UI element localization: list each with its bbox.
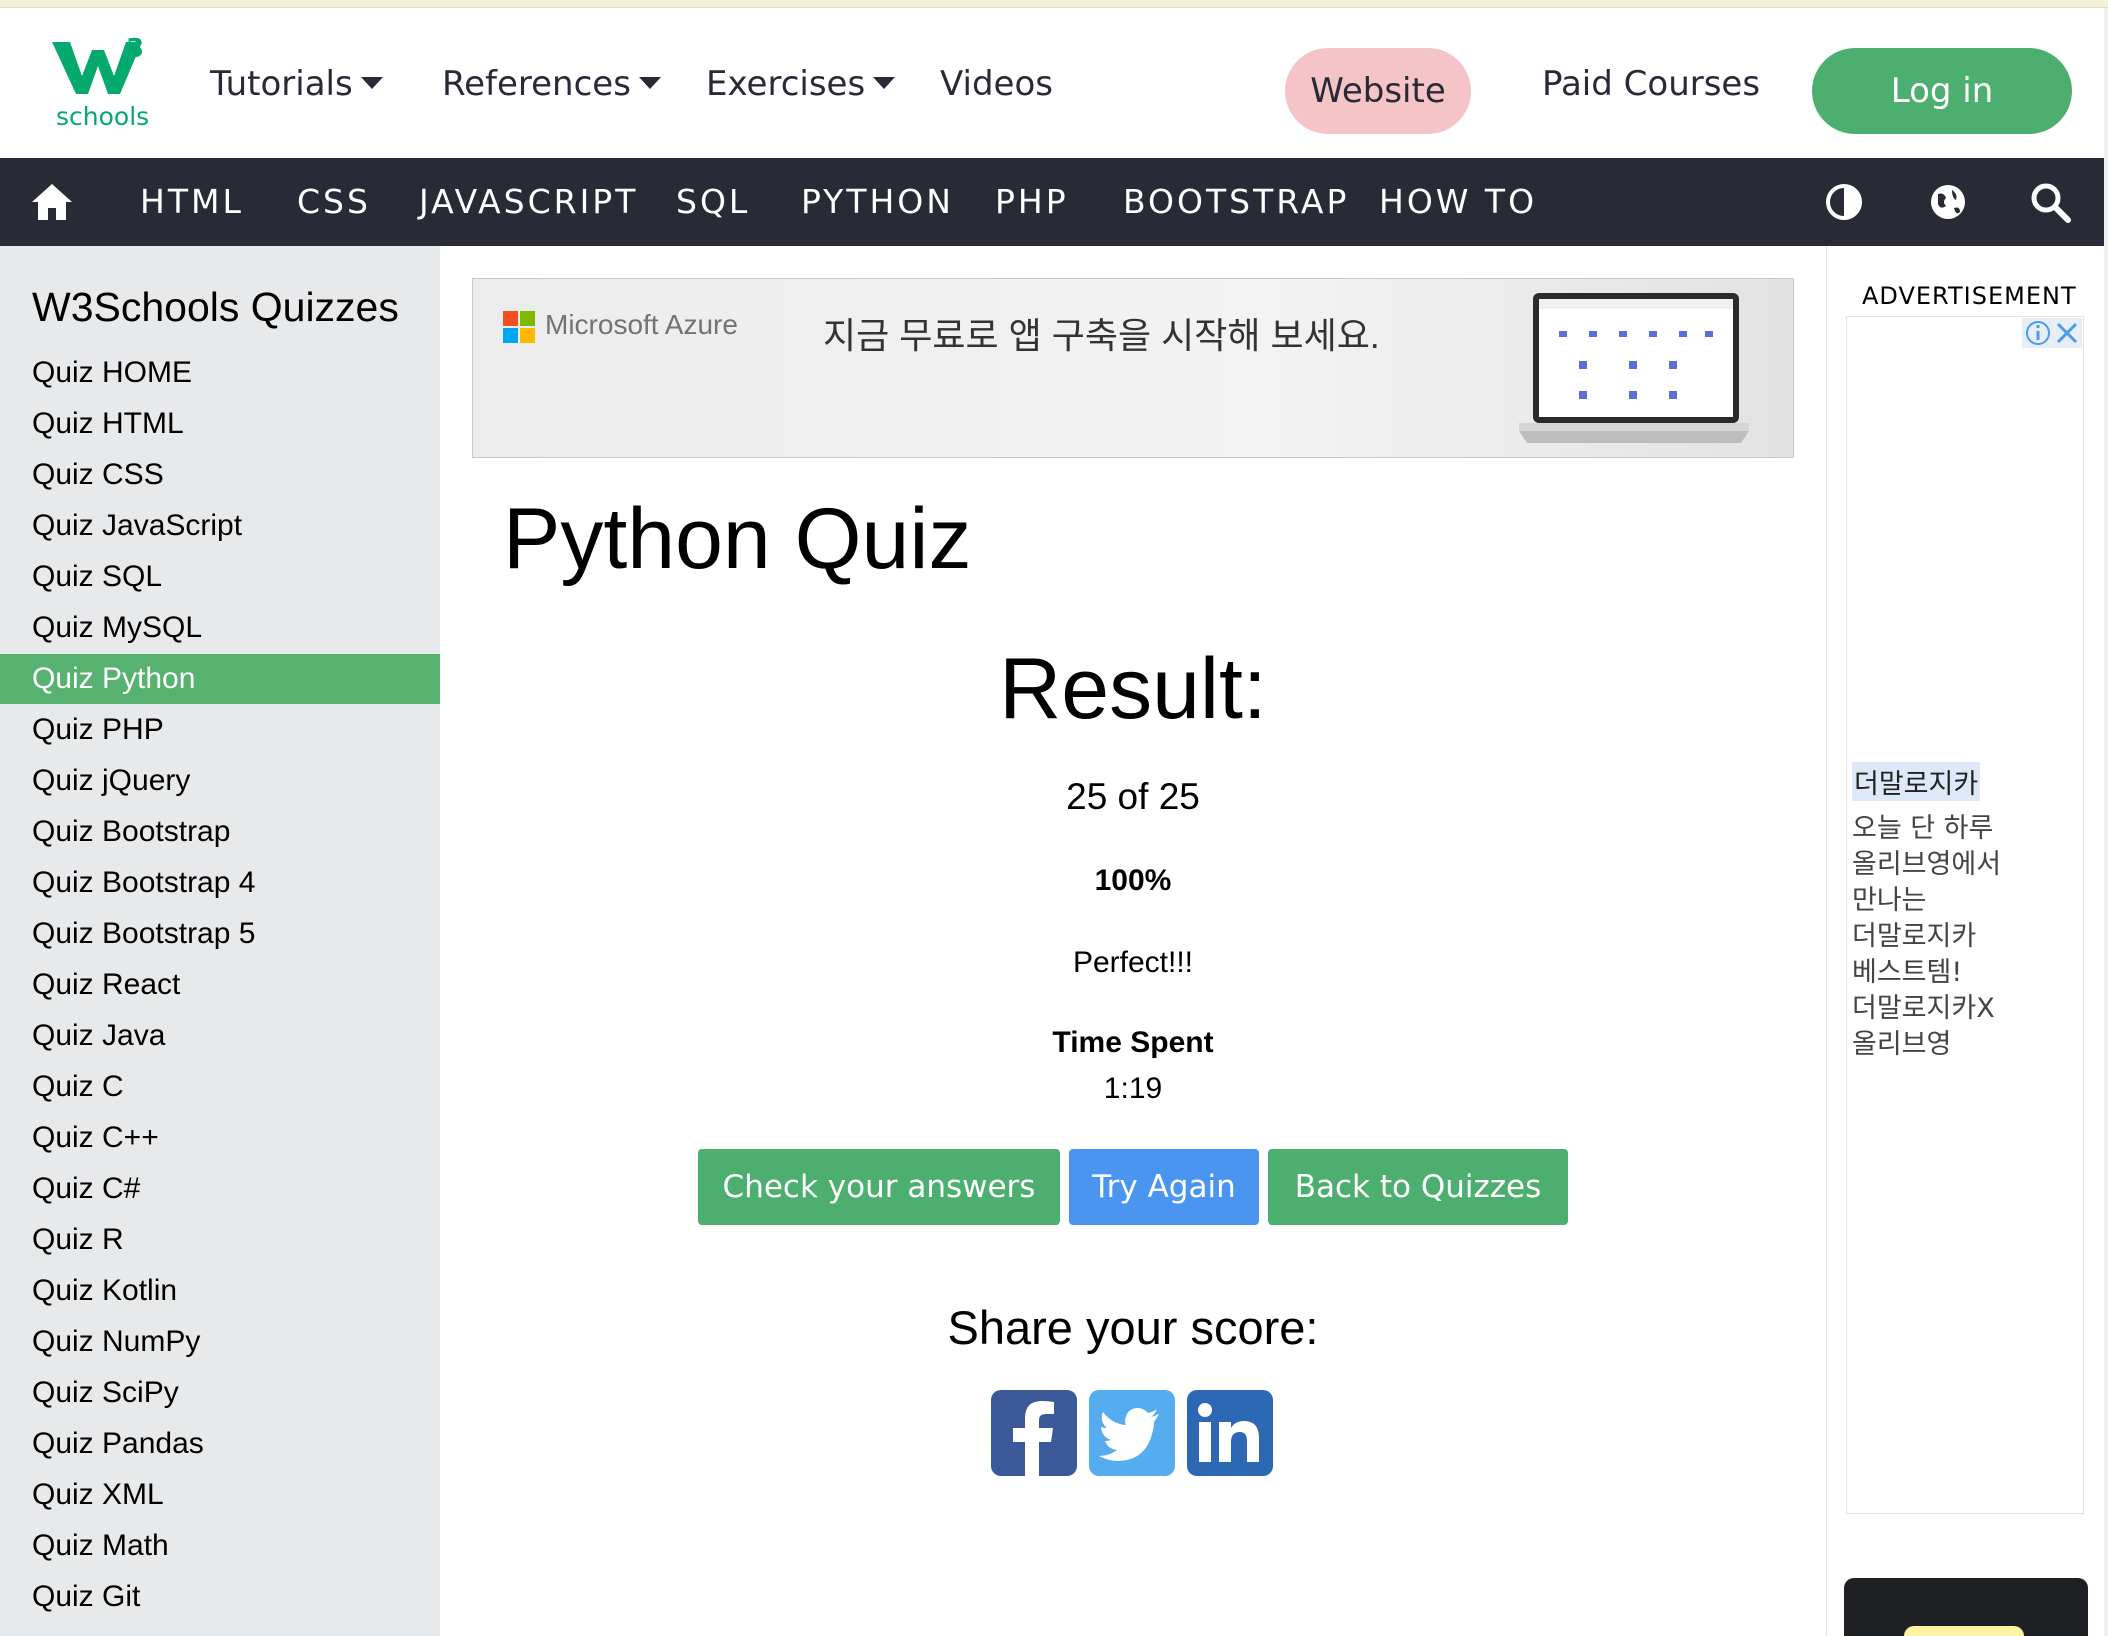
result-heading: Result: [999,641,1267,737]
sidebar-item-quiz-mysql[interactable]: Quiz MySQL [0,603,440,653]
ad-choices[interactable] [2022,318,2082,348]
subject-php[interactable]: PHP [995,182,1069,221]
subject-how-to[interactable]: HOW TO [1379,182,1537,221]
subject-bootstrap[interactable]: BOOTSTRAP [1123,182,1349,221]
sidebar-item-quiz-pandas[interactable]: Quiz Pandas [0,1419,440,1469]
w3schools-logo[interactable]: 3 schools [52,34,162,136]
website-button[interactable]: Website [1285,48,1471,134]
sidebar-item-quiz-sql[interactable]: Quiz SQL [0,552,440,602]
page-title: Python Quiz [503,491,972,587]
nav-references-label: References [442,64,631,104]
sidebar-item-quiz-react[interactable]: Quiz React [0,960,440,1010]
nav-tutorials-label: Tutorials [210,64,353,104]
ad-banner[interactable]: Microsoft Azure 지금 무료로 앱 구축을 시작해 보세요. [472,278,1794,458]
side-ad-line: 올리브영에서 [1852,849,2002,880]
caret-down-icon [873,77,896,89]
side-ad-line: 더말로지카 [1852,921,1977,952]
try-again-button[interactable]: Try Again [1069,1149,1259,1225]
sidebar-item-quiz-bootstrap[interactable]: Quiz Bootstrap [0,807,440,857]
facebook-icon [1013,1401,1054,1476]
twitter-icon [1099,1408,1159,1461]
nav-tutorials-dropdown[interactable]: Tutorials [210,64,383,104]
caret-down-icon [360,77,383,89]
sidebar-item-quiz-numpy[interactable]: Quiz NumPy [0,1317,440,1367]
quiz-sidebar: W3Schools Quizzes Quiz HOME Quiz HTML Quiz… [0,246,440,1636]
home-icon[interactable] [30,180,74,224]
time-spent-value: 1:19 [1103,1072,1163,1105]
sidebar-item-quiz-c++[interactable]: Quiz C++ [0,1113,440,1163]
time-spent-label: Time Spent [1052,1026,1214,1059]
laptop-image-icon [1519,293,1749,443]
sidebar-item-quiz-r[interactable]: Quiz R [0,1215,440,1265]
score-text: 25 of 25 [1066,776,1200,817]
sidebar-item-quiz-jquery[interactable]: Quiz jQuery [0,756,440,806]
page-scrollbar[interactable] [2104,8,2108,1636]
sidebar-item-quiz-c[interactable]: Quiz C [0,1062,440,1112]
sidebar-item-quiz-javascript[interactable]: Quiz JavaScript [0,501,440,551]
check-answers-button[interactable]: Check your answers [698,1149,1060,1225]
sidebar-item-quiz-java[interactable]: Quiz Java [0,1011,440,1061]
top-navigation-bar: 3 schools Tutorials References Exercises… [0,8,2104,158]
side-ad-line: 올리브영 [1852,1029,1952,1060]
paid-courses-link[interactable]: Paid Courses [1542,64,1760,104]
linkedin-icon [1198,1403,1259,1462]
share-heading: Share your score: [947,1301,1319,1354]
promo-card-button[interactable] [1904,1626,2024,1636]
subject-javascript[interactable]: JAVASCRIPT [419,182,638,221]
sidebar-item-quiz-c#[interactable]: Quiz C# [0,1164,440,1214]
sidebar-item-quiz-php[interactable]: Quiz PHP [0,705,440,755]
sidebar-item-quiz-bootstrap-4[interactable]: Quiz Bootstrap 4 [0,858,440,908]
score-percent: 100% [1094,864,1172,897]
nav-videos-link[interactable]: Videos [940,64,1053,104]
linkedin-share-button[interactable] [1187,1390,1273,1476]
caret-down-icon [638,77,661,89]
sidebar-item-quiz-math[interactable]: Quiz Math [0,1521,440,1571]
sidebar-item-quiz-bootstrap-5[interactable]: Quiz Bootstrap 5 [0,909,440,959]
subject-sql[interactable]: SQL [676,182,750,221]
sidebar-title: W3Schools Quizzes [32,284,399,330]
sidebar-item-quiz-git[interactable]: Quiz Git [0,1572,440,1622]
nav-references-dropdown[interactable]: References [442,64,661,104]
sidebar-item-quiz-html[interactable]: Quiz HTML [0,399,440,449]
ad-banner-brand: Microsoft Azure [545,309,738,340]
side-ad-line: 베스트템! [1852,957,1963,988]
sidebar-item-quiz-css[interactable]: Quiz CSS [0,450,440,500]
nav-exercises-dropdown[interactable]: Exercises [706,64,896,104]
contrast-icon[interactable] [1822,180,1866,224]
nav-exercises-label: Exercises [706,64,866,104]
subject-navigation-bar: HTML CSS JAVASCRIPT SQL PYTHON PHP BOOTS… [0,158,2104,246]
globe-icon[interactable] [1926,180,1970,224]
twitter-share-button[interactable] [1089,1390,1175,1476]
subject-html[interactable]: HTML [140,182,244,221]
microsoft-logo-icon [503,311,535,343]
score-verdict: Perfect!!! [1072,946,1194,979]
sidebar-item-quiz-kotlin[interactable]: Quiz Kotlin [0,1266,440,1316]
subject-css[interactable]: CSS [297,182,371,221]
login-button[interactable]: Log in [1812,48,2072,134]
dark-promo-card[interactable] [1844,1578,2088,1636]
advertisement-label: ADVERTISEMENT [1862,282,2077,310]
side-ad-line: 오늘 단 하루 [1852,813,1994,844]
side-ad-brand[interactable]: 더말로지카 [1852,762,1981,801]
sidebar-item-quiz-python[interactable]: Quiz Python [0,654,440,704]
search-icon[interactable] [2028,180,2072,224]
sidebar-item-quiz-xml[interactable]: Quiz XML [0,1470,440,1520]
side-ad-line: 더말로지카X [1852,993,1995,1024]
browser-top-strip [0,0,2108,8]
facebook-share-button[interactable] [991,1390,1077,1476]
logo-word: schools [56,102,150,131]
ad-banner-headline: 지금 무료로 앱 구축을 시작해 보세요. [823,315,1380,356]
subject-python[interactable]: PYTHON [801,182,954,221]
side-ad-line: 만나는 [1852,885,1927,916]
sidebar-item-quiz-scipy[interactable]: Quiz SciPy [0,1368,440,1418]
back-to-quizzes-button[interactable]: Back to Quizzes [1268,1149,1568,1225]
logo-superscript: 3 [126,34,145,64]
sidebar-item-quiz-home[interactable]: Quiz HOME [0,348,440,398]
